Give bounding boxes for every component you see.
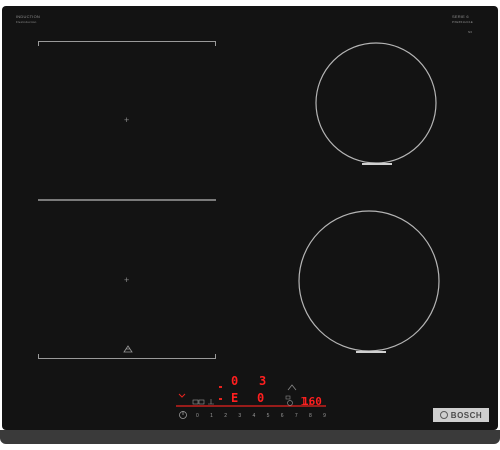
upper-zone-display: 0 (231, 374, 239, 388)
sensor-icon[interactable] (287, 384, 297, 391)
front-right-burner-ring[interactable] (298, 210, 440, 352)
bosch-logo-text: BOSCH (450, 410, 483, 420)
power-level-1[interactable]: 1 (210, 412, 213, 420)
power-level-2[interactable]: 2 (224, 412, 227, 420)
upper-right-display: 3 (259, 374, 267, 388)
rear-right-burner-ring[interactable] (315, 42, 437, 164)
temperature-display: 160 (302, 395, 322, 408)
power-level-7[interactable]: 7 (295, 412, 298, 420)
cook-indicator-icon (178, 393, 186, 398)
power-level-8[interactable]: 8 (309, 412, 312, 420)
zone-indicator-top (219, 386, 222, 388)
power-level-0[interactable]: 0 (196, 412, 199, 420)
power-level-5[interactable]: 5 (267, 412, 270, 420)
zone-indicator-bottom (219, 398, 222, 400)
lower-left-display: E (231, 391, 239, 405)
bosch-armature-icon (439, 411, 448, 419)
bosch-logo: BOSCH (433, 408, 489, 422)
lower-zone-display: 0 (257, 391, 265, 405)
cooktop: INDUCTION FlexInduction SERIE 6 PXE651HC… (0, 0, 500, 450)
burner-rings (123, 42, 440, 419)
power-level-6[interactable]: 6 (281, 412, 284, 420)
power-level-4[interactable]: 4 (253, 412, 256, 420)
power-level-scale[interactable]: 0 1 2 3 4 5 6 7 8 9 (196, 412, 326, 420)
pan-icon[interactable] (208, 399, 214, 405)
power-level-9[interactable]: 9 (323, 412, 326, 420)
lock-icon[interactable] (285, 395, 291, 400)
timer-icon[interactable] (287, 400, 293, 406)
flex-zone-icon[interactable] (192, 399, 199, 405)
power-level-3[interactable]: 3 (238, 412, 241, 420)
pan-detection-icon (123, 345, 133, 353)
